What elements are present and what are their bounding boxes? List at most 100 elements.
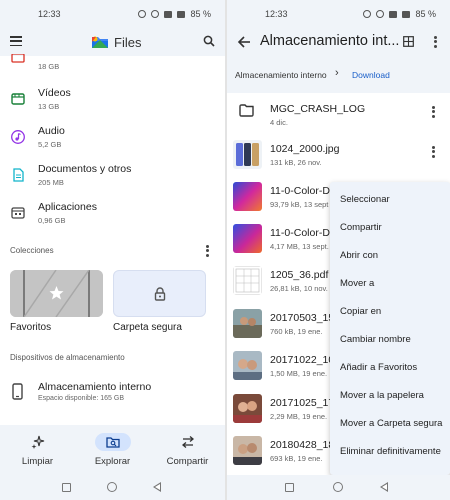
- category-documents[interactable]: Documentos y otros 205 MB: [0, 157, 225, 195]
- system-navigation-bar: [0, 475, 225, 500]
- category-images[interactable]: 18 GB: [0, 52, 225, 74]
- back-nav-icon[interactable]: [380, 482, 388, 492]
- collections-heading: Colecciones: [10, 246, 54, 255]
- app-bar: Almacenamiento int...: [227, 28, 450, 56]
- alarm-icon: [138, 10, 147, 18]
- menu-icon[interactable]: [10, 36, 22, 47]
- wifi-icon: [389, 10, 398, 18]
- files-home-screen: 12:33 85 % Files 18 GB Vídeos 13 GB Audi…: [0, 0, 225, 500]
- file-meta: 131 kB, 26 nov.: [270, 158, 322, 167]
- category-audio[interactable]: Audio 5,2 GB: [0, 119, 225, 157]
- photo-thumbnail: [233, 436, 262, 465]
- photo-thumbnail: [233, 394, 262, 423]
- status-bar: 12:33 85 %: [227, 0, 450, 28]
- internal-storage-item[interactable]: Almacenamiento interno Espacio disponibl…: [0, 377, 225, 411]
- system-navigation-bar: [227, 475, 450, 500]
- category-label: Vídeos: [38, 87, 71, 99]
- phone-image-thumbnail: [233, 140, 262, 169]
- file-meta: 4 dic.: [270, 118, 288, 127]
- wallpaper-thumbnail: [233, 224, 262, 253]
- secure-folder-label: Carpeta segura: [113, 322, 182, 333]
- file-meta: 2,29 MB, 19 ene.: [270, 412, 328, 421]
- home-icon[interactable]: [107, 482, 117, 492]
- storage-free: Espacio disponible: 165 GB: [38, 395, 124, 402]
- file-meta: 693 kB, 19 ene.: [270, 454, 323, 463]
- secure-folder-card[interactable]: [113, 270, 206, 317]
- swap-icon: [181, 436, 195, 448]
- browse-icon: [106, 437, 120, 448]
- status-time: 12:33: [38, 9, 61, 19]
- video-icon: [11, 93, 25, 105]
- lock-icon: [154, 287, 166, 301]
- favorites-card[interactable]: [10, 270, 103, 317]
- recents-icon[interactable]: [285, 483, 294, 492]
- files-logo-icon: [92, 36, 108, 48]
- category-label: Audio: [38, 125, 65, 137]
- nav-clean[interactable]: Limpiar: [0, 425, 75, 475]
- category-size: 18 GB: [38, 62, 60, 71]
- nav-browse[interactable]: Explorar: [75, 425, 150, 475]
- vibrate-icon: [376, 10, 385, 18]
- menu-item-add-favorites[interactable]: Añadir a Favoritos: [330, 354, 450, 382]
- category-size: 13 GB: [38, 102, 60, 111]
- menu-item-copy-to[interactable]: Copiar en: [330, 298, 450, 326]
- category-size: 0,96 GB: [38, 216, 66, 225]
- file-meta: 4,17 MB, 13 sept.: [270, 242, 329, 251]
- menu-item-rename[interactable]: Cambiar nombre: [330, 326, 450, 354]
- breadcrumb: Almacenamiento interno › Download: [227, 56, 450, 93]
- home-icon[interactable]: [333, 482, 343, 492]
- wallpaper-thumbnail: [233, 182, 262, 211]
- category-videos[interactable]: Vídeos 13 GB: [0, 81, 225, 119]
- pdf-thumbnail: [233, 266, 262, 295]
- battery-percent: 85 %: [415, 9, 436, 19]
- category-size: 5,2 GB: [38, 140, 62, 149]
- recents-icon[interactable]: [62, 483, 71, 492]
- menu-item-move-trash[interactable]: Mover a la papelera: [330, 382, 450, 410]
- file-name: 11-0-Color-Da: [270, 185, 336, 197]
- menu-item-share[interactable]: Compartir: [330, 214, 450, 242]
- bottom-navigation: Limpiar Explorar Compartir: [0, 425, 225, 475]
- menu-item-delete-permanently[interactable]: Eliminar definitivamente: [330, 438, 450, 466]
- signal-icon: [177, 10, 186, 18]
- page-title: Almacenamiento int...: [260, 33, 400, 49]
- more-options-icon[interactable]: [434, 36, 438, 48]
- menu-item-move-to[interactable]: Mover a: [330, 270, 450, 298]
- audio-icon: [11, 130, 25, 144]
- grid-view-icon[interactable]: [403, 36, 414, 47]
- file-row[interactable]: MGC_CRASH_LOG 4 dic.: [227, 96, 450, 138]
- category-apps[interactable]: Aplicaciones 0,96 GB: [0, 195, 225, 233]
- file-more-icon[interactable]: [432, 106, 436, 118]
- vibrate-icon: [151, 10, 160, 18]
- category-label: Documentos y otros: [38, 163, 132, 175]
- status-bar: 12:33 85 %: [0, 0, 225, 28]
- nav-share-label: Compartir: [166, 456, 209, 467]
- photo-thumbnail: [233, 309, 262, 338]
- image-icon: [11, 54, 25, 63]
- search-icon[interactable]: [203, 35, 215, 47]
- file-name: 11-0-Color-Da: [270, 227, 336, 239]
- category-label: Aplicaciones: [38, 201, 97, 213]
- nav-share[interactable]: Compartir: [150, 425, 225, 475]
- breadcrumb-root[interactable]: Almacenamiento interno: [235, 70, 327, 80]
- nav-clean-label: Limpiar: [21, 456, 54, 467]
- file-name: 1205_36.pdf: [270, 269, 329, 281]
- file-meta: 760 kB, 19 ene.: [270, 327, 323, 336]
- download-folder-screen: 12:33 85 % Almacenamiento int... Almacen…: [227, 0, 450, 500]
- status-icons: 85 %: [363, 9, 436, 19]
- back-arrow-icon[interactable]: [237, 35, 251, 49]
- back-nav-icon[interactable]: [153, 482, 161, 492]
- favorites-folder-art: [10, 270, 103, 317]
- app-title: Files: [114, 35, 142, 50]
- collections-more-icon[interactable]: [206, 245, 210, 257]
- file-row[interactable]: 1024_2000.jpg 131 kB, 26 nov.: [227, 136, 450, 178]
- file-more-icon[interactable]: [432, 146, 436, 158]
- chevron-right-icon: ›: [335, 67, 339, 79]
- status-time: 12:33: [265, 9, 288, 19]
- menu-item-select[interactable]: Seleccionar: [330, 186, 450, 214]
- menu-item-move-secure-folder[interactable]: Mover a Carpeta segura: [330, 410, 450, 438]
- wifi-icon: [164, 10, 173, 18]
- file-meta: 93,79 kB, 13 sept: [270, 200, 329, 209]
- breadcrumb-current[interactable]: Download: [352, 70, 390, 80]
- menu-item-open-with[interactable]: Abrir con: [330, 242, 450, 270]
- photo-thumbnail: [233, 351, 262, 380]
